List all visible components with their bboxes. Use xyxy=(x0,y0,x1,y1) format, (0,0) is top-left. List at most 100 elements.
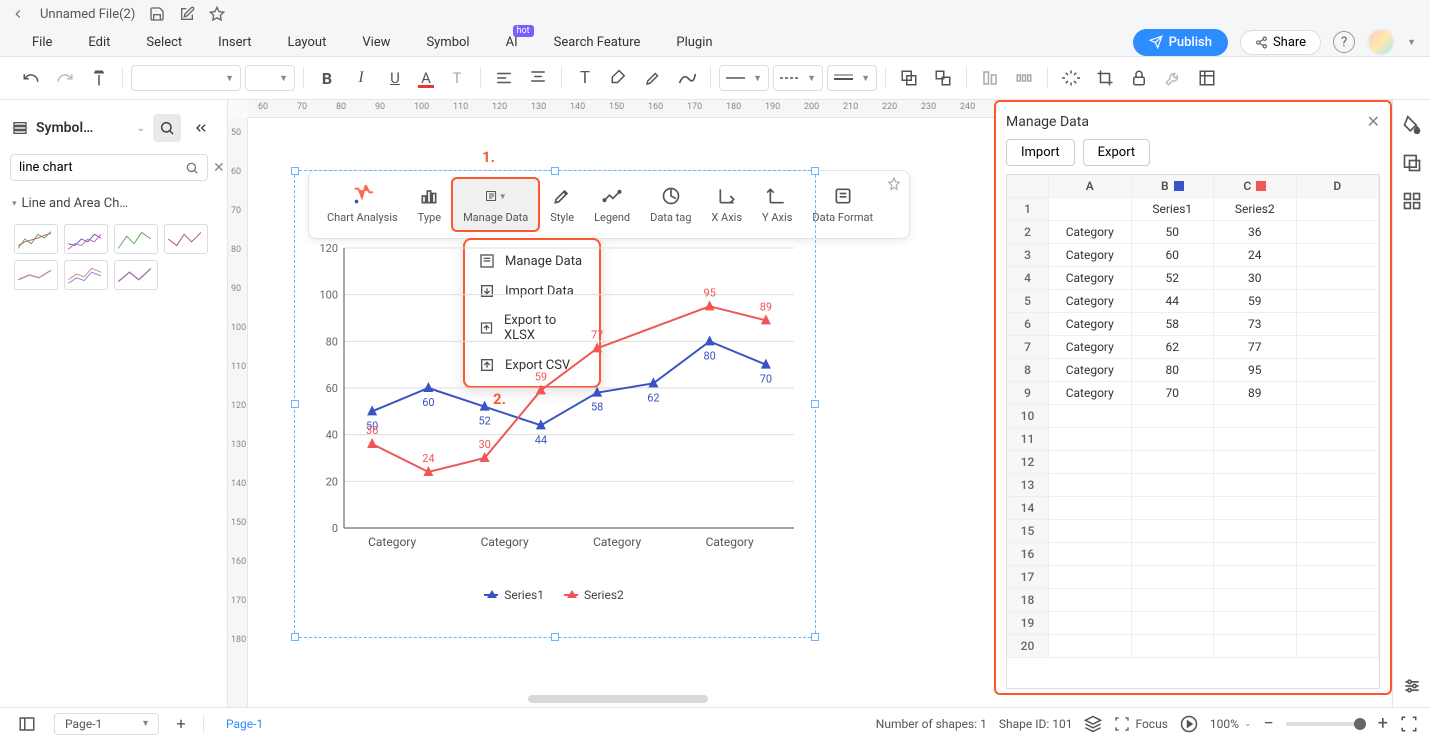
chart-thumb[interactable] xyxy=(164,224,208,254)
text-tool-button[interactable]: T xyxy=(570,64,600,92)
shape-tool-icon[interactable] xyxy=(1401,152,1423,174)
share-button[interactable]: Share xyxy=(1240,30,1321,55)
data-grid[interactable]: ABCD1Series1Series22Category50363Categor… xyxy=(1006,174,1380,689)
chart-thumb[interactable] xyxy=(64,224,108,254)
group-button[interactable] xyxy=(894,64,924,92)
help-button[interactable]: ? xyxy=(1333,31,1355,53)
resize-handle[interactable] xyxy=(551,167,559,175)
font-size-select[interactable]: ▼ xyxy=(245,65,295,91)
font-color-button[interactable]: A xyxy=(414,64,438,92)
horizontal-scrollbar[interactable] xyxy=(528,695,708,703)
edit-icon[interactable] xyxy=(179,6,195,22)
symbol-search-input[interactable] xyxy=(10,154,208,181)
focus-button[interactable]: Focus xyxy=(1114,716,1167,732)
line-dash-select[interactable]: ▼ xyxy=(773,65,823,91)
underline-button[interactable]: U xyxy=(380,64,410,92)
text-style-button[interactable]: T xyxy=(442,64,472,92)
chart-thumb[interactable] xyxy=(14,224,58,254)
chart-thumb[interactable] xyxy=(14,260,58,290)
menu-edit[interactable]: Edit xyxy=(70,31,128,54)
canvas-area: 6070809010011012013014015016017018019020… xyxy=(228,100,1430,707)
menu-view[interactable]: View xyxy=(344,31,408,54)
category-line-area[interactable]: ▾ Line and Area Ch… xyxy=(10,191,217,216)
zoom-slider[interactable] xyxy=(1286,722,1366,726)
resize-handle[interactable] xyxy=(291,400,299,408)
user-avatar[interactable] xyxy=(1367,28,1395,56)
highlight-button[interactable] xyxy=(638,64,668,92)
svg-text:Category: Category xyxy=(593,535,641,549)
table-button[interactable] xyxy=(1192,64,1222,92)
layers-button[interactable] xyxy=(1084,715,1102,733)
clear-search-button[interactable]: ✕ xyxy=(213,160,225,176)
save-icon[interactable] xyxy=(149,6,165,22)
ungroup-button[interactable] xyxy=(928,64,958,92)
resize-handle[interactable] xyxy=(291,633,299,641)
resize-handle[interactable] xyxy=(811,633,819,641)
close-panel-button[interactable]: ✕ xyxy=(1367,112,1380,131)
chart-thumb[interactable] xyxy=(114,224,158,254)
font-family-select[interactable]: ▼ xyxy=(131,65,241,91)
menu-layout[interactable]: Layout xyxy=(269,31,344,54)
page-selector[interactable]: Page-1▼ xyxy=(54,713,159,735)
document-title[interactable]: Unnamed File(2) xyxy=(40,7,135,22)
format-painter-button[interactable] xyxy=(84,64,114,92)
zoom-in-button[interactable]: + xyxy=(1378,713,1388,734)
play-button[interactable] xyxy=(1180,715,1198,733)
redo-button[interactable] xyxy=(50,64,80,92)
back-icon[interactable] xyxy=(10,6,26,22)
align-objects-button[interactable] xyxy=(975,64,1005,92)
chart-thumb[interactable] xyxy=(64,260,108,290)
svg-text:62: 62 xyxy=(647,391,659,404)
menu-select[interactable]: Select xyxy=(128,31,200,54)
svg-text:80: 80 xyxy=(326,335,338,348)
callout-1: 1. xyxy=(482,148,495,166)
resize-handle[interactable] xyxy=(291,167,299,175)
chart-thumb[interactable] xyxy=(114,260,158,290)
menu-insert[interactable]: Insert xyxy=(200,31,269,54)
publish-button[interactable]: Publish xyxy=(1133,29,1228,56)
menu-symbol[interactable]: Symbol xyxy=(408,31,487,54)
menu-ai[interactable]: AIhot xyxy=(488,31,536,54)
export-button[interactable]: Export xyxy=(1083,139,1151,166)
resize-handle[interactable] xyxy=(551,633,559,641)
align-v-button[interactable] xyxy=(523,64,553,92)
grid-tool-icon[interactable] xyxy=(1401,190,1423,212)
distribute-button[interactable] xyxy=(1009,64,1039,92)
tools-button[interactable] xyxy=(1158,64,1188,92)
lock-button[interactable] xyxy=(1124,64,1154,92)
fullscreen-button[interactable] xyxy=(1400,715,1418,733)
line-style-select[interactable]: ▼ xyxy=(719,65,769,91)
svg-text:20: 20 xyxy=(326,475,338,488)
settings-tool-icon[interactable] xyxy=(1401,675,1423,697)
sidebar-dropdown-caret[interactable]: ⌄ xyxy=(137,123,145,134)
menu-file[interactable]: File xyxy=(14,31,70,54)
resize-handle[interactable] xyxy=(811,400,819,408)
sidebar-collapse-button[interactable] xyxy=(187,114,215,142)
italic-button[interactable]: I xyxy=(346,64,376,92)
menu-plugin[interactable]: Plugin xyxy=(658,31,730,54)
format-toolbar: ▼ ▼ B I U A T T ▼ ▼ ▼ xyxy=(0,56,1430,100)
fill-tool-icon[interactable] xyxy=(1401,114,1423,136)
zoom-level[interactable]: 100% ⌄ xyxy=(1210,717,1252,731)
menu-search-feature[interactable]: Search Feature xyxy=(536,31,659,54)
bold-button[interactable]: B xyxy=(312,64,342,92)
line-weight-select[interactable]: ▼ xyxy=(827,65,877,91)
connector-button[interactable] xyxy=(672,64,702,92)
star-icon[interactable] xyxy=(209,6,225,22)
crop-button[interactable] xyxy=(1090,64,1120,92)
add-page-button[interactable]: + xyxy=(171,714,191,734)
effects-button[interactable] xyxy=(1056,64,1086,92)
align-h-button[interactable] xyxy=(489,64,519,92)
page-tab[interactable]: Page-1 xyxy=(216,717,273,731)
svg-text:60: 60 xyxy=(422,396,434,409)
pin-toolbar-button[interactable] xyxy=(887,177,901,195)
panel-toggle-button[interactable] xyxy=(12,710,42,738)
undo-button[interactable] xyxy=(16,64,46,92)
zoom-out-button[interactable]: − xyxy=(1263,713,1273,734)
resize-handle[interactable] xyxy=(811,167,819,175)
import-button[interactable]: Import xyxy=(1006,139,1075,166)
line-chart[interactable]: 020406080100120CategoryCategoryCategoryC… xyxy=(304,238,804,578)
user-menu-caret[interactable]: ▼ xyxy=(1407,37,1416,48)
sidebar-search-button[interactable] xyxy=(153,114,181,142)
fill-button[interactable] xyxy=(604,64,634,92)
